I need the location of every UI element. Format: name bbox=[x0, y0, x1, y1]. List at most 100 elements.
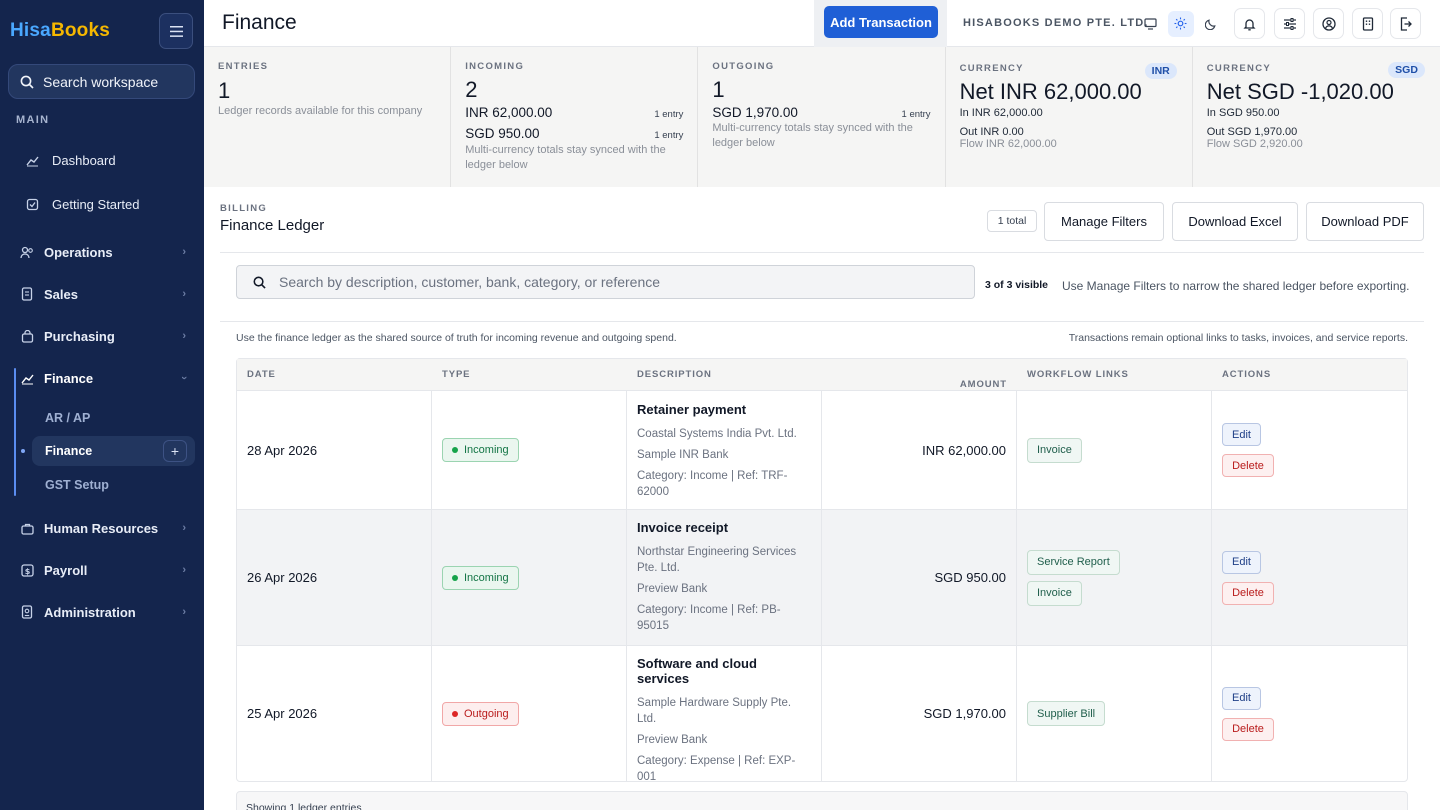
cell-amount: INR 62,000.00 bbox=[822, 391, 1017, 509]
card-note: Ledger records available for this compan… bbox=[218, 105, 423, 117]
sidebar-item-label: Operations bbox=[44, 244, 113, 260]
ledger-search-input[interactable]: Search by description, customer, bank, c… bbox=[236, 265, 975, 299]
workflow-link-service-report[interactable]: Service Report bbox=[1027, 549, 1120, 575]
type-label: Outgoing bbox=[464, 707, 509, 720]
cell-description: Retainer payment Coastal Systems India P… bbox=[627, 391, 822, 509]
download-pdf-button[interactable]: Download PDF bbox=[1306, 202, 1424, 241]
edit-button[interactable]: Edit bbox=[1222, 550, 1261, 574]
cell-description: Software and cloud services Sample Hardw… bbox=[627, 646, 822, 783]
app-logo[interactable]: HisaBooks bbox=[10, 20, 110, 42]
workspace-search[interactable]: Search workspace bbox=[8, 64, 195, 99]
workflow-link-invoice[interactable]: Invoice bbox=[1027, 437, 1082, 463]
column-header-workflow-links[interactable]: WORKFLOW LINKS bbox=[1017, 359, 1212, 390]
notifications-button[interactable] bbox=[1234, 8, 1265, 39]
sidebar-item-label: Sales bbox=[44, 286, 78, 302]
add-finance-button[interactable]: + bbox=[163, 440, 187, 462]
top-bar: Finance Add Transaction HISABOOKS DEMO P… bbox=[204, 0, 1440, 47]
outgoing-card: OUTGOING 1 SGD 1,970.00 1 entry Multi-cur… bbox=[698, 47, 946, 187]
monitor-icon[interactable] bbox=[1137, 11, 1163, 37]
chevron-down-icon: › bbox=[178, 376, 191, 380]
description-title: Retainer payment bbox=[637, 402, 747, 417]
add-transaction-button[interactable]: Add Transaction bbox=[824, 6, 938, 38]
sidebar-item-label: AR / AP bbox=[45, 411, 91, 425]
cell-amount: SGD 950.00 bbox=[822, 510, 1017, 645]
logout-button[interactable] bbox=[1390, 8, 1421, 39]
column-header-type[interactable]: TYPE bbox=[432, 359, 627, 390]
currency-row: SGD 950.00 1 entry bbox=[465, 126, 683, 141]
description-bank: Sample INR Bank bbox=[637, 449, 729, 461]
company-button[interactable] bbox=[1352, 8, 1383, 39]
delete-button[interactable]: Delete bbox=[1222, 581, 1274, 605]
table-row[interactable]: 28 Apr 2026 Incoming Retainer payment Co… bbox=[237, 391, 1407, 510]
type-badge-incoming: Incoming bbox=[442, 438, 519, 462]
edit-button[interactable]: Edit bbox=[1222, 423, 1261, 446]
out-amount: Out INR 0.00 bbox=[959, 126, 1024, 138]
column-header-date[interactable]: DATE bbox=[237, 359, 432, 390]
table-row[interactable]: 26 Apr 2026 Incoming Invoice receipt Nor… bbox=[237, 510, 1407, 646]
sidebar-item-sales[interactable]: Sales › bbox=[0, 284, 204, 304]
sidebar-item-label: Finance bbox=[45, 444, 93, 458]
sun-icon[interactable] bbox=[1167, 10, 1194, 37]
ledger-footer: Showing 1 ledger entries bbox=[236, 791, 1408, 810]
sidebar-item-getting-started[interactable]: Getting Started bbox=[0, 194, 204, 214]
edit-button[interactable]: Edit bbox=[1222, 686, 1261, 710]
status-dot-icon bbox=[452, 574, 458, 581]
sidebar-item-dashboard[interactable]: Dashboard bbox=[0, 150, 204, 170]
date-value: 26 Apr 2026 bbox=[247, 570, 318, 585]
sidebar-toggle-button[interactable] bbox=[159, 13, 193, 49]
sidebar-item-administration[interactable]: Administration › bbox=[0, 602, 204, 622]
workflow-link-invoice[interactable]: Invoice bbox=[1027, 580, 1082, 606]
users-icon bbox=[19, 244, 35, 260]
download-excel-button[interactable]: Download Excel bbox=[1172, 202, 1298, 241]
logout-icon bbox=[1400, 16, 1412, 31]
sidebar-item-gst-setup[interactable]: GST Setup bbox=[0, 475, 204, 495]
in-amount: In INR 62,000.00 bbox=[959, 107, 1043, 119]
sidebar-item-human-resources[interactable]: Human Resources › bbox=[0, 518, 204, 538]
sidebar-item-payroll[interactable]: $ Payroll › bbox=[0, 560, 204, 580]
delete-button[interactable]: Delete bbox=[1222, 717, 1274, 741]
manage-filters-button[interactable]: Manage Filters bbox=[1044, 202, 1164, 241]
plus-icon: + bbox=[170, 443, 180, 459]
currency-row: SGD 1,970.00 1 entry bbox=[712, 105, 930, 120]
currency-row: INR 62,000.00 1 entry bbox=[465, 105, 683, 120]
chevron-right-icon: › bbox=[182, 330, 186, 342]
column-header-amount[interactable]: AMOUNT bbox=[822, 359, 1017, 390]
visible-hint: Use Manage Filters to narrow the shared … bbox=[1062, 279, 1410, 293]
description-party: Coastal Systems India Pvt. Ltd. bbox=[637, 428, 797, 440]
sidebar-item-finance[interactable]: Finance › bbox=[0, 368, 204, 388]
workflow-link-supplier-bill[interactable]: Supplier Bill bbox=[1027, 701, 1106, 726]
chevron-right-icon: › bbox=[182, 606, 186, 618]
table-row[interactable]: 25 Apr 2026 Outgoing Software and cloud … bbox=[237, 646, 1407, 783]
sidebar-item-label: Getting Started bbox=[52, 196, 140, 212]
id-badge-icon bbox=[19, 604, 35, 620]
profile-button[interactable] bbox=[1313, 8, 1344, 39]
description-party: Sample Hardware Supply Pte. Ltd. bbox=[637, 697, 792, 725]
chart-line-icon bbox=[24, 152, 40, 168]
sidebar-item-label: Finance bbox=[44, 370, 94, 386]
search-icon bbox=[253, 276, 266, 289]
company-name: HISABOOKS DEMO PTE. LTD. bbox=[963, 17, 1149, 29]
preferences-button[interactable] bbox=[1274, 8, 1305, 39]
description-title: Software and cloud services bbox=[637, 656, 757, 686]
sidebar-item-operations[interactable]: Operations › bbox=[0, 242, 204, 262]
cell-date: 26 Apr 2026 bbox=[237, 510, 432, 645]
status-dot-icon bbox=[452, 447, 458, 453]
net-amount: Net INR 62,000.00 bbox=[959, 79, 1142, 104]
cell-date: 25 Apr 2026 bbox=[237, 646, 432, 781]
entry-count: 1 entry bbox=[654, 109, 684, 120]
ledger-info-left: Use the finance ledger as the shared sou… bbox=[236, 332, 677, 344]
card-label: INCOMING bbox=[465, 61, 525, 72]
column-header-actions[interactable]: ACTIONS bbox=[1212, 359, 1407, 390]
chart-line-icon bbox=[19, 370, 35, 386]
flow-amount: Flow INR 62,000.00 bbox=[959, 138, 1057, 150]
entry-count: 1 entry bbox=[901, 109, 931, 120]
amount-value: SGD 1,970.00 bbox=[923, 706, 1006, 721]
sidebar-item-purchasing[interactable]: Purchasing › bbox=[0, 326, 204, 346]
building-icon bbox=[1362, 16, 1373, 31]
moon-icon[interactable] bbox=[1198, 11, 1224, 37]
sidebar-item-ar-ap[interactable]: AR / AP bbox=[0, 408, 204, 428]
summary-cards: ENTRIES 1 Ledger records available for t… bbox=[204, 47, 1440, 187]
sidebar-item-label: Human Resources bbox=[44, 520, 159, 536]
delete-button[interactable]: Delete bbox=[1222, 454, 1274, 477]
column-header-description[interactable]: DESCRIPTION bbox=[627, 359, 822, 390]
